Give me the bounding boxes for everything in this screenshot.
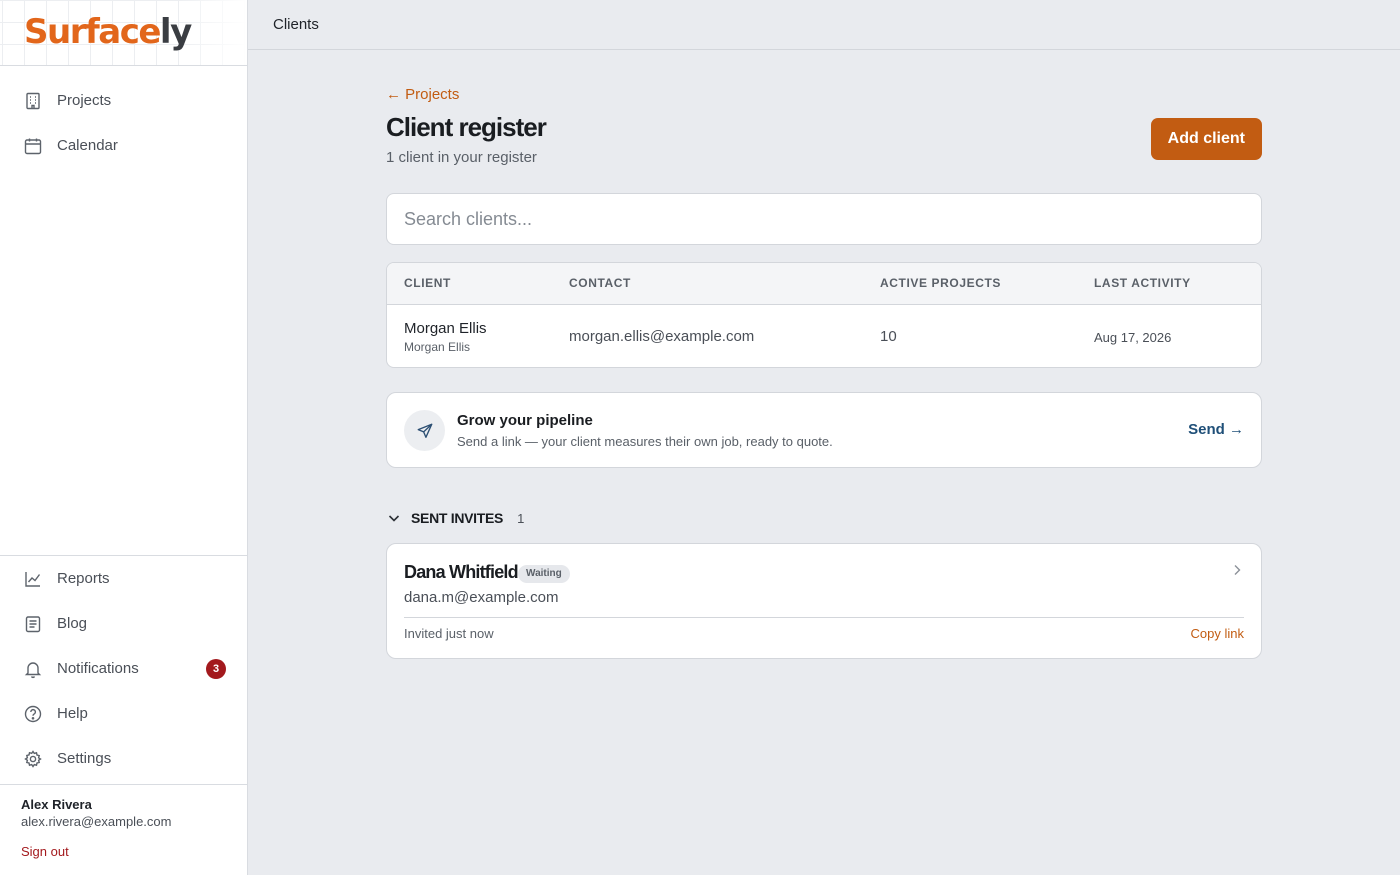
send-link-button[interactable]: Send → xyxy=(1188,421,1244,438)
status-badge: Waiting xyxy=(518,565,570,583)
chevron-right-icon[interactable] xyxy=(1230,563,1244,577)
user-email: alex.rivera@example.com xyxy=(21,814,172,829)
building-icon xyxy=(23,91,43,111)
sidebar: Surfacely Projects Calendar Reports Blog… xyxy=(0,0,248,875)
calendar-icon xyxy=(23,136,43,156)
top-bar: Clients xyxy=(248,0,1400,50)
sidebar-item-reports[interactable]: Reports xyxy=(0,556,247,601)
sidebar-item-label: Help xyxy=(57,705,88,722)
sidebar-item-label: Blog xyxy=(57,615,88,632)
sidebar-nav-top: Projects Calendar xyxy=(0,78,247,168)
client-last-activity: Aug 17, 2026 xyxy=(1094,330,1172,345)
sidebar-item-calendar[interactable]: Calendar xyxy=(0,123,247,168)
table-row[interactable]: Morgan Ellis Morgan Ellis morgan.ellis@e… xyxy=(387,305,1261,367)
divider xyxy=(404,617,1244,618)
sidebar-item-notifications[interactable]: Notifications 3 xyxy=(0,646,247,691)
invitee-name: Dana Whitfield xyxy=(404,562,519,582)
sidebar-item-help[interactable]: Help xyxy=(0,691,247,736)
section-count: 1 xyxy=(517,510,525,526)
promo-title: Grow your pipeline xyxy=(457,412,593,429)
sidebar-item-label: Notifications xyxy=(57,660,139,677)
clients-table: CLIENT CONTACT ACTIVE PROJECTS LAST ACTI… xyxy=(386,262,1262,368)
chevron-down-icon xyxy=(386,510,402,526)
back-to-projects-link[interactable]: ← Projects xyxy=(386,86,459,103)
column-header-last-activity[interactable]: LAST ACTIVITY xyxy=(1094,276,1191,290)
help-circle-icon xyxy=(23,704,43,724)
sidebar-item-label: Reports xyxy=(57,570,110,587)
invite-card[interactable]: Dana Whitfield Waiting dana.m@example.co… xyxy=(386,543,1262,659)
paper-plane-icon xyxy=(404,410,445,451)
sidebar-item-settings[interactable]: Settings xyxy=(0,736,247,781)
logo-text-secondary: ly xyxy=(159,12,192,52)
sidebar-item-projects[interactable]: Projects xyxy=(0,78,247,123)
sidebar-item-label: Settings xyxy=(57,750,112,767)
logo-area: Surfacely xyxy=(0,0,247,66)
logo[interactable]: Surfacely xyxy=(24,10,192,54)
sidebar-item-label: Projects xyxy=(57,92,112,109)
document-icon xyxy=(23,614,43,634)
section-title: SENT INVITES xyxy=(411,510,504,526)
page-title: Client register xyxy=(386,112,547,142)
sidebar-item-label: Calendar xyxy=(57,137,118,154)
client-subtitle: Morgan Ellis xyxy=(404,340,471,354)
bell-icon xyxy=(23,659,43,679)
client-active-projects: 10 xyxy=(880,328,897,345)
sign-out-link[interactable]: Sign out xyxy=(21,844,69,859)
notifications-count-badge: 3 xyxy=(206,659,226,679)
invite-timestamp: Invited just now xyxy=(404,626,494,641)
invitee-email: dana.m@example.com xyxy=(404,589,559,606)
user-name: Alex Rivera xyxy=(21,797,92,812)
page-subtitle: 1 client in your register xyxy=(386,149,537,166)
client-name: Morgan Ellis xyxy=(404,320,487,337)
chart-line-icon xyxy=(23,569,43,589)
search-clients-input[interactable] xyxy=(386,193,1262,245)
promo-text: Send a link — your client measures their… xyxy=(457,434,833,449)
sidebar-nav-bottom: Reports Blog Notifications 3 Help Settin… xyxy=(0,555,247,781)
table-header: CLIENT CONTACT ACTIVE PROJECTS LAST ACTI… xyxy=(387,263,1261,305)
client-contact: morgan.ellis@example.com xyxy=(569,328,755,345)
user-profile: Alex Rivera alex.rivera@example.com Sign… xyxy=(0,784,247,875)
copy-link-button[interactable]: Copy link xyxy=(1191,626,1244,641)
add-client-button[interactable]: Add client xyxy=(1150,118,1262,160)
sidebar-item-blog[interactable]: Blog xyxy=(0,601,247,646)
logo-text-primary: Surface xyxy=(24,12,161,52)
gear-icon xyxy=(23,749,43,769)
pipeline-promo-card: Grow your pipeline Send a link — your cl… xyxy=(386,392,1262,468)
column-header-active-projects[interactable]: ACTIVE PROJECTS xyxy=(880,276,1001,290)
page-header-title: Clients xyxy=(273,16,319,33)
sent-invites-toggle[interactable]: SENT INVITES 1 xyxy=(386,510,524,526)
column-header-contact[interactable]: CONTACT xyxy=(569,276,631,290)
column-header-client[interactable]: CLIENT xyxy=(404,276,451,290)
